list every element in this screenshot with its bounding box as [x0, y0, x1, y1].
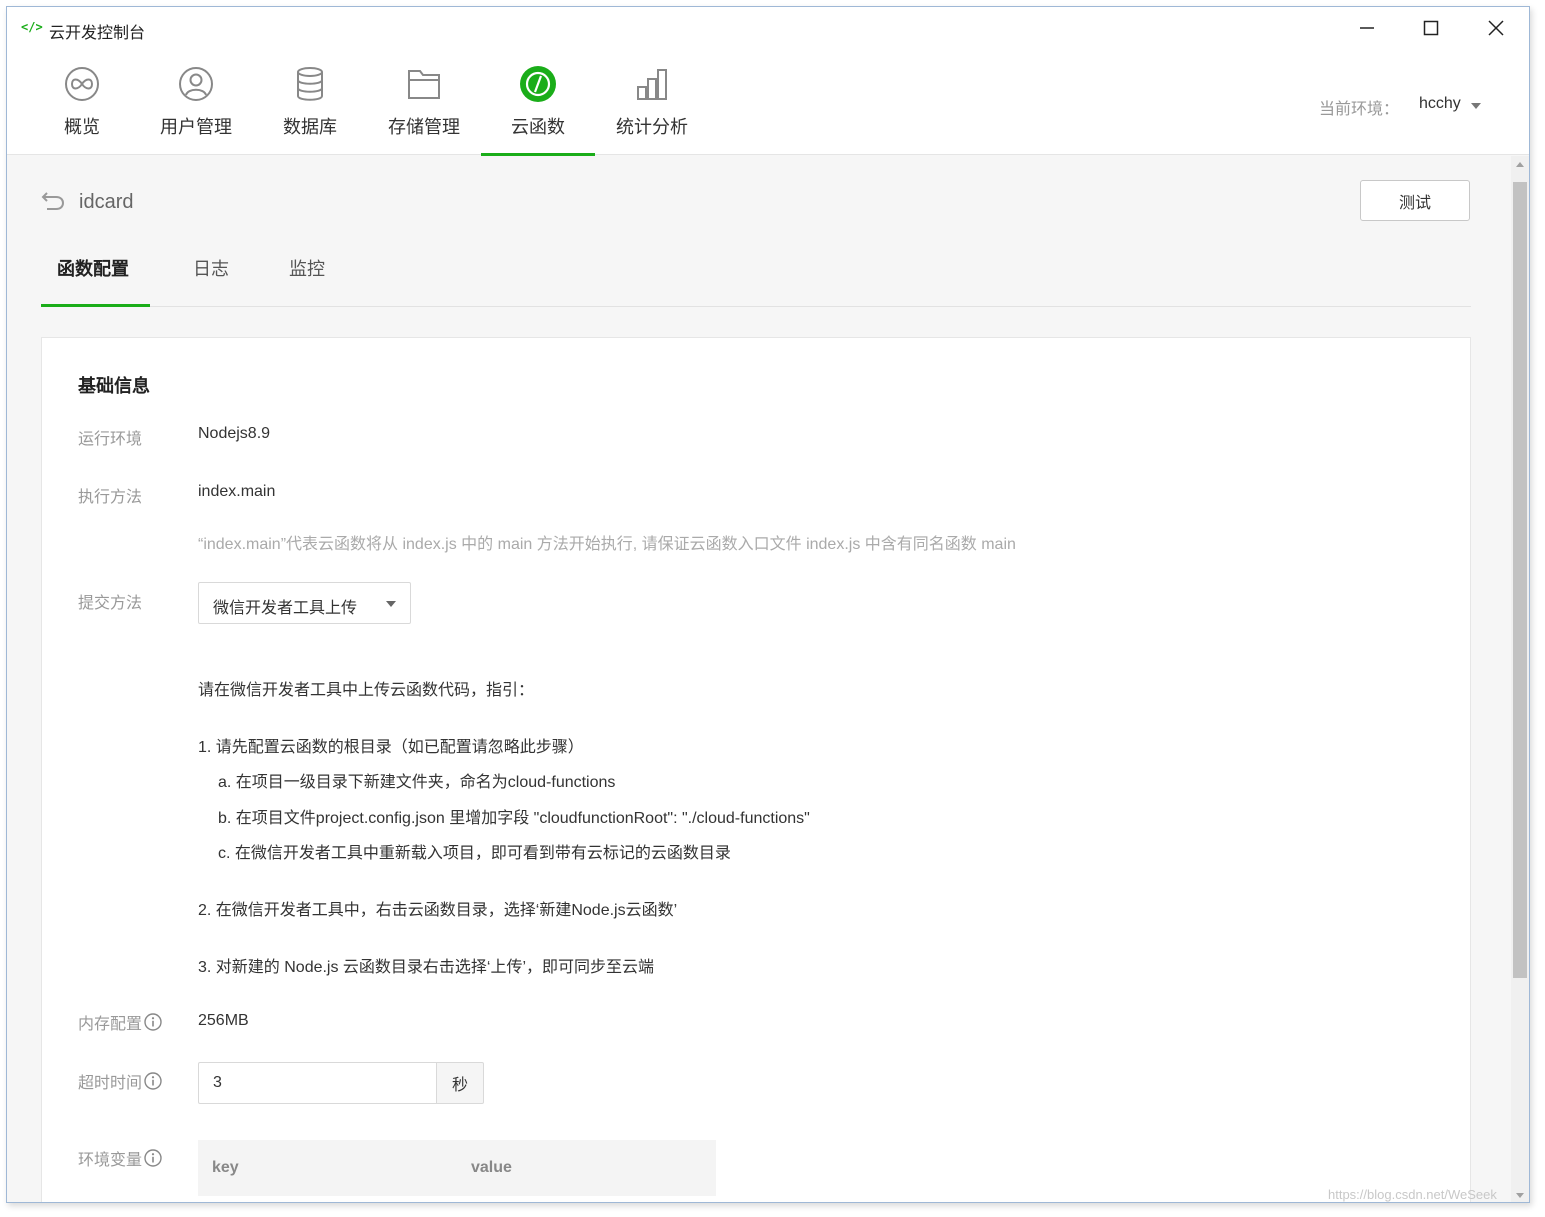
- nav-item-label: 用户管理: [160, 117, 232, 137]
- database-icon: [297, 67, 323, 101]
- nav-item-analytics[interactable]: 统计分析: [595, 49, 709, 155]
- handler-label: 执行方法: [78, 489, 143, 506]
- scroll-down-icon[interactable]: [1516, 1193, 1524, 1198]
- user-icon: [179, 67, 213, 101]
- test-button[interactable]: 测试: [1360, 180, 1470, 221]
- top-nav: 概览 用户管理 数据库 存储管理 云函数 统计分析 当前环境： hcchy: [7, 49, 1529, 156]
- tab-bar: 函数配置 日志 监控: [41, 247, 1471, 307]
- info-icon[interactable]: [144, 1013, 162, 1031]
- timeout-unit: 秒: [436, 1062, 484, 1104]
- close-icon: [1488, 20, 1504, 36]
- guide-intro: 请在微信开发者工具中上传云函数代码，指引：: [198, 682, 535, 699]
- infinity-icon: [65, 67, 99, 101]
- active-nav-indicator: [481, 153, 595, 156]
- folder-icon: [408, 70, 440, 99]
- code-icon: </>: [21, 20, 43, 34]
- nav-item-label: 概览: [64, 117, 100, 137]
- submit-method-select[interactable]: 微信开发者工具上传: [198, 582, 411, 624]
- nav-item-users[interactable]: 用户管理: [139, 49, 253, 155]
- chart-icon: [637, 69, 667, 100]
- timeout-label-group: 超时时间: [78, 1069, 162, 1093]
- guide-step-2: 2. 在微信开发者工具中，右击云函数目录，选择‘新建Node.js云函数’: [198, 902, 678, 919]
- tab-logs[interactable]: 日志: [193, 255, 229, 281]
- submit-method-value: 微信开发者工具上传: [213, 600, 358, 617]
- envvar-table-header: key value: [198, 1140, 716, 1196]
- nav-item-label: 统计分析: [616, 117, 688, 137]
- chevron-down-icon[interactable]: [1471, 103, 1481, 109]
- watermark: https://blog.csdn.net/WeSeek: [1328, 1187, 1497, 1202]
- vertical-scrollbar[interactable]: [1511, 156, 1529, 1202]
- app-window: </> 云开发控制台 概览 用户管理 数据库 存储管理 云函数 统计分析 当前环…: [6, 6, 1530, 1203]
- close-button[interactable]: [1468, 13, 1524, 43]
- nav-item-label: 存储管理: [388, 117, 460, 137]
- guide-step-1b: b. 在项目文件project.config.json 里增加字段 "cloud…: [218, 810, 810, 827]
- cloud-function-icon: [520, 66, 556, 102]
- title-bar: </> 云开发控制台: [7, 7, 1529, 49]
- info-icon[interactable]: [144, 1072, 162, 1090]
- nav-item-label: 云函数: [511, 117, 565, 137]
- back-icon[interactable]: [41, 189, 65, 211]
- tab-monitor[interactable]: 监控: [289, 255, 325, 281]
- envvar-value-header: value: [471, 1159, 512, 1176]
- guide-step-1: 1. 请先配置云函数的根目录（如已配置请忽略此步骤）: [198, 739, 584, 756]
- handler-value: index.main: [198, 483, 276, 500]
- window-title: 云开发控制台: [49, 25, 146, 42]
- scroll-up-icon[interactable]: [1516, 162, 1524, 167]
- maximize-icon: [1423, 20, 1439, 36]
- handler-hint: “index.main”代表云函数将从 index.js 中的 main 方法开…: [198, 536, 1016, 553]
- guide-step-1c: c. 在微信开发者工具中重新载入项目，即可看到带有云标记的云函数目录: [218, 845, 731, 862]
- submit-method-label: 提交方法: [78, 595, 143, 612]
- nav-item-overview[interactable]: 概览: [25, 49, 139, 155]
- memory-value: 256MB: [198, 1012, 249, 1029]
- guide-step-3: 3. 对新建的 Node.js 云函数目录右击选择‘上传’，即可同步至云端: [198, 959, 655, 976]
- runtime-value: Nodejs8.9: [198, 425, 271, 442]
- nav-item-label: 数据库: [283, 117, 337, 137]
- nav-item-storage[interactable]: 存储管理: [367, 49, 481, 155]
- active-tab-indicator: [41, 304, 150, 307]
- memory-label: 内存配置: [78, 1016, 143, 1033]
- page-title: idcard: [79, 191, 134, 213]
- env-selector[interactable]: hcchy: [1419, 95, 1461, 113]
- config-card: 基础信息 运行环境 Nodejs8.9 执行方法 index.main “ind…: [41, 337, 1471, 1202]
- timeout-label: 超时时间: [78, 1075, 143, 1092]
- maximize-button[interactable]: [1403, 13, 1459, 43]
- memory-label-group: 内存配置: [78, 1010, 162, 1034]
- env-label: 当前环境：: [1319, 101, 1400, 118]
- section-title: 基础信息: [78, 376, 150, 396]
- scroll-thumb[interactable]: [1513, 182, 1527, 978]
- chevron-down-icon: [386, 601, 396, 607]
- guide-step-1a: a. 在项目一级目录下新建文件夹，命名为cloud-functions: [218, 774, 616, 791]
- info-icon[interactable]: [144, 1149, 162, 1167]
- tab-function-config[interactable]: 函数配置: [57, 255, 129, 281]
- minimize-icon: [1360, 27, 1374, 29]
- envvar-label-group: 环境变量: [78, 1146, 162, 1170]
- minimize-button[interactable]: [1339, 13, 1395, 43]
- envvar-label: 环境变量: [78, 1152, 143, 1169]
- envvar-key-header: key: [212, 1159, 239, 1176]
- nav-item-cloud-functions[interactable]: 云函数: [481, 49, 595, 156]
- runtime-label: 运行环境: [78, 431, 143, 448]
- timeout-input[interactable]: [198, 1062, 438, 1104]
- nav-item-database[interactable]: 数据库: [253, 49, 367, 155]
